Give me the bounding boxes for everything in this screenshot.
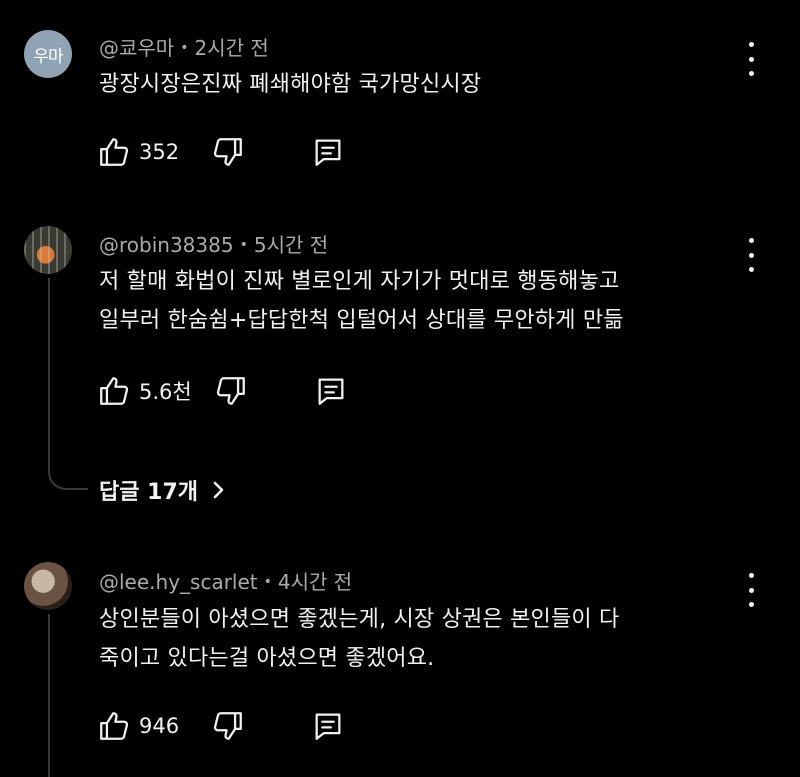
comment-line: 죽이고 있다는걸 아셨으면 좋겠어요. [99, 646, 435, 671]
comment-line: 상인분들이 아셨으면 좋겠는게, 시장 상권은 본인들이 다 [99, 607, 620, 632]
replies-label: 답글 17개 [99, 480, 198, 505]
comment-meta: @robin38385 • 5시간 전 [99, 229, 328, 258]
thumbs-up-icon [100, 377, 129, 405]
like-count: 5.6천 [139, 380, 192, 404]
thumbs-up-icon [100, 712, 129, 740]
comment-text: 상인분들이 아셨으면 좋겠는게, 시장 상권은 본인들이 다 죽이고 있다는걸 … [99, 602, 619, 676]
comment-author[interactable]: @쿄우마 [99, 36, 174, 60]
view-replies-button[interactable]: 답글 17개 [99, 474, 226, 506]
kebab-dot [748, 267, 754, 272]
comment-text: 저 할매 화법이 진짜 별로인게 자기가 멋대로 행동해놓고 일부러 한숨쉼+답… [99, 264, 624, 338]
thumbs-up-icon [100, 138, 129, 166]
thumbs-down-icon [213, 712, 242, 740]
kebab-dot [748, 252, 754, 258]
comment-meta: @lee.hy_scarlet • 4시간 전 [99, 566, 352, 595]
kebab-dot [748, 587, 754, 593]
comment-actions: 946 [97, 708, 345, 744]
comment-text: 광장시장은진짜 폐쇄해야함 국가망신시장 [99, 67, 481, 102]
thread-line [48, 614, 50, 777]
like-button[interactable] [97, 135, 131, 169]
thumbs-down-icon [216, 377, 245, 405]
reply-button[interactable] [311, 135, 345, 169]
comment-icon [315, 713, 341, 740]
comment-author[interactable]: @robin38385 [99, 233, 234, 257]
comment-time[interactable]: 2시간 전 [194, 36, 268, 60]
dislike-button[interactable] [211, 135, 245, 169]
thread-connector [48, 466, 88, 490]
more-vertical-icon [748, 238, 754, 243]
avatar-initials: 우마 [33, 46, 63, 67]
more-vertical-icon [748, 573, 754, 578]
more-options-button[interactable] [740, 238, 762, 272]
avatar[interactable] [24, 562, 72, 610]
comment-line: 저 할매 화법이 진짜 별로인게 자기가 멋대로 행동해놓고 [99, 269, 620, 294]
more-options-button[interactable] [740, 573, 762, 607]
comment-icon [318, 378, 344, 405]
comment-line: 광장시장은진짜 폐쇄해야함 국가망신시장 [99, 72, 482, 97]
like-button[interactable] [97, 709, 131, 743]
like-count: 352 [139, 140, 180, 164]
like-count: 946 [139, 714, 180, 738]
kebab-dot [748, 56, 754, 62]
avatar[interactable] [24, 226, 72, 274]
reply-button[interactable] [314, 374, 348, 408]
more-vertical-icon [748, 42, 754, 47]
comment-time[interactable]: 4시간 전 [278, 570, 352, 594]
dislike-button[interactable] [211, 709, 245, 743]
separator-dot: • [263, 574, 272, 590]
like-button[interactable] [97, 374, 131, 408]
chevron-right-icon [213, 481, 224, 499]
more-options-button[interactable] [740, 42, 762, 76]
kebab-dot [748, 71, 754, 76]
thumbs-down-icon [213, 138, 242, 166]
comment-author[interactable]: @lee.hy_scarlet [99, 570, 258, 594]
comment-time[interactable]: 5시간 전 [254, 233, 328, 257]
comment-actions: 352 [97, 134, 345, 170]
dislike-button[interactable] [214, 374, 248, 408]
separator-dot: • [180, 40, 189, 56]
comment-line: 일부러 한숨쉼+답답한척 입털어서 상대를 무안하게 만듦 [99, 308, 624, 333]
avatar[interactable]: 우마 [24, 30, 72, 78]
separator-dot: • [239, 237, 248, 253]
comment-actions: 5.6천 [97, 373, 348, 409]
thread-line [48, 278, 50, 468]
reply-button[interactable] [311, 709, 345, 743]
comment-meta: @쿄우마 • 2시간 전 [99, 32, 269, 61]
kebab-dot [748, 602, 754, 607]
comment-icon [315, 139, 341, 166]
